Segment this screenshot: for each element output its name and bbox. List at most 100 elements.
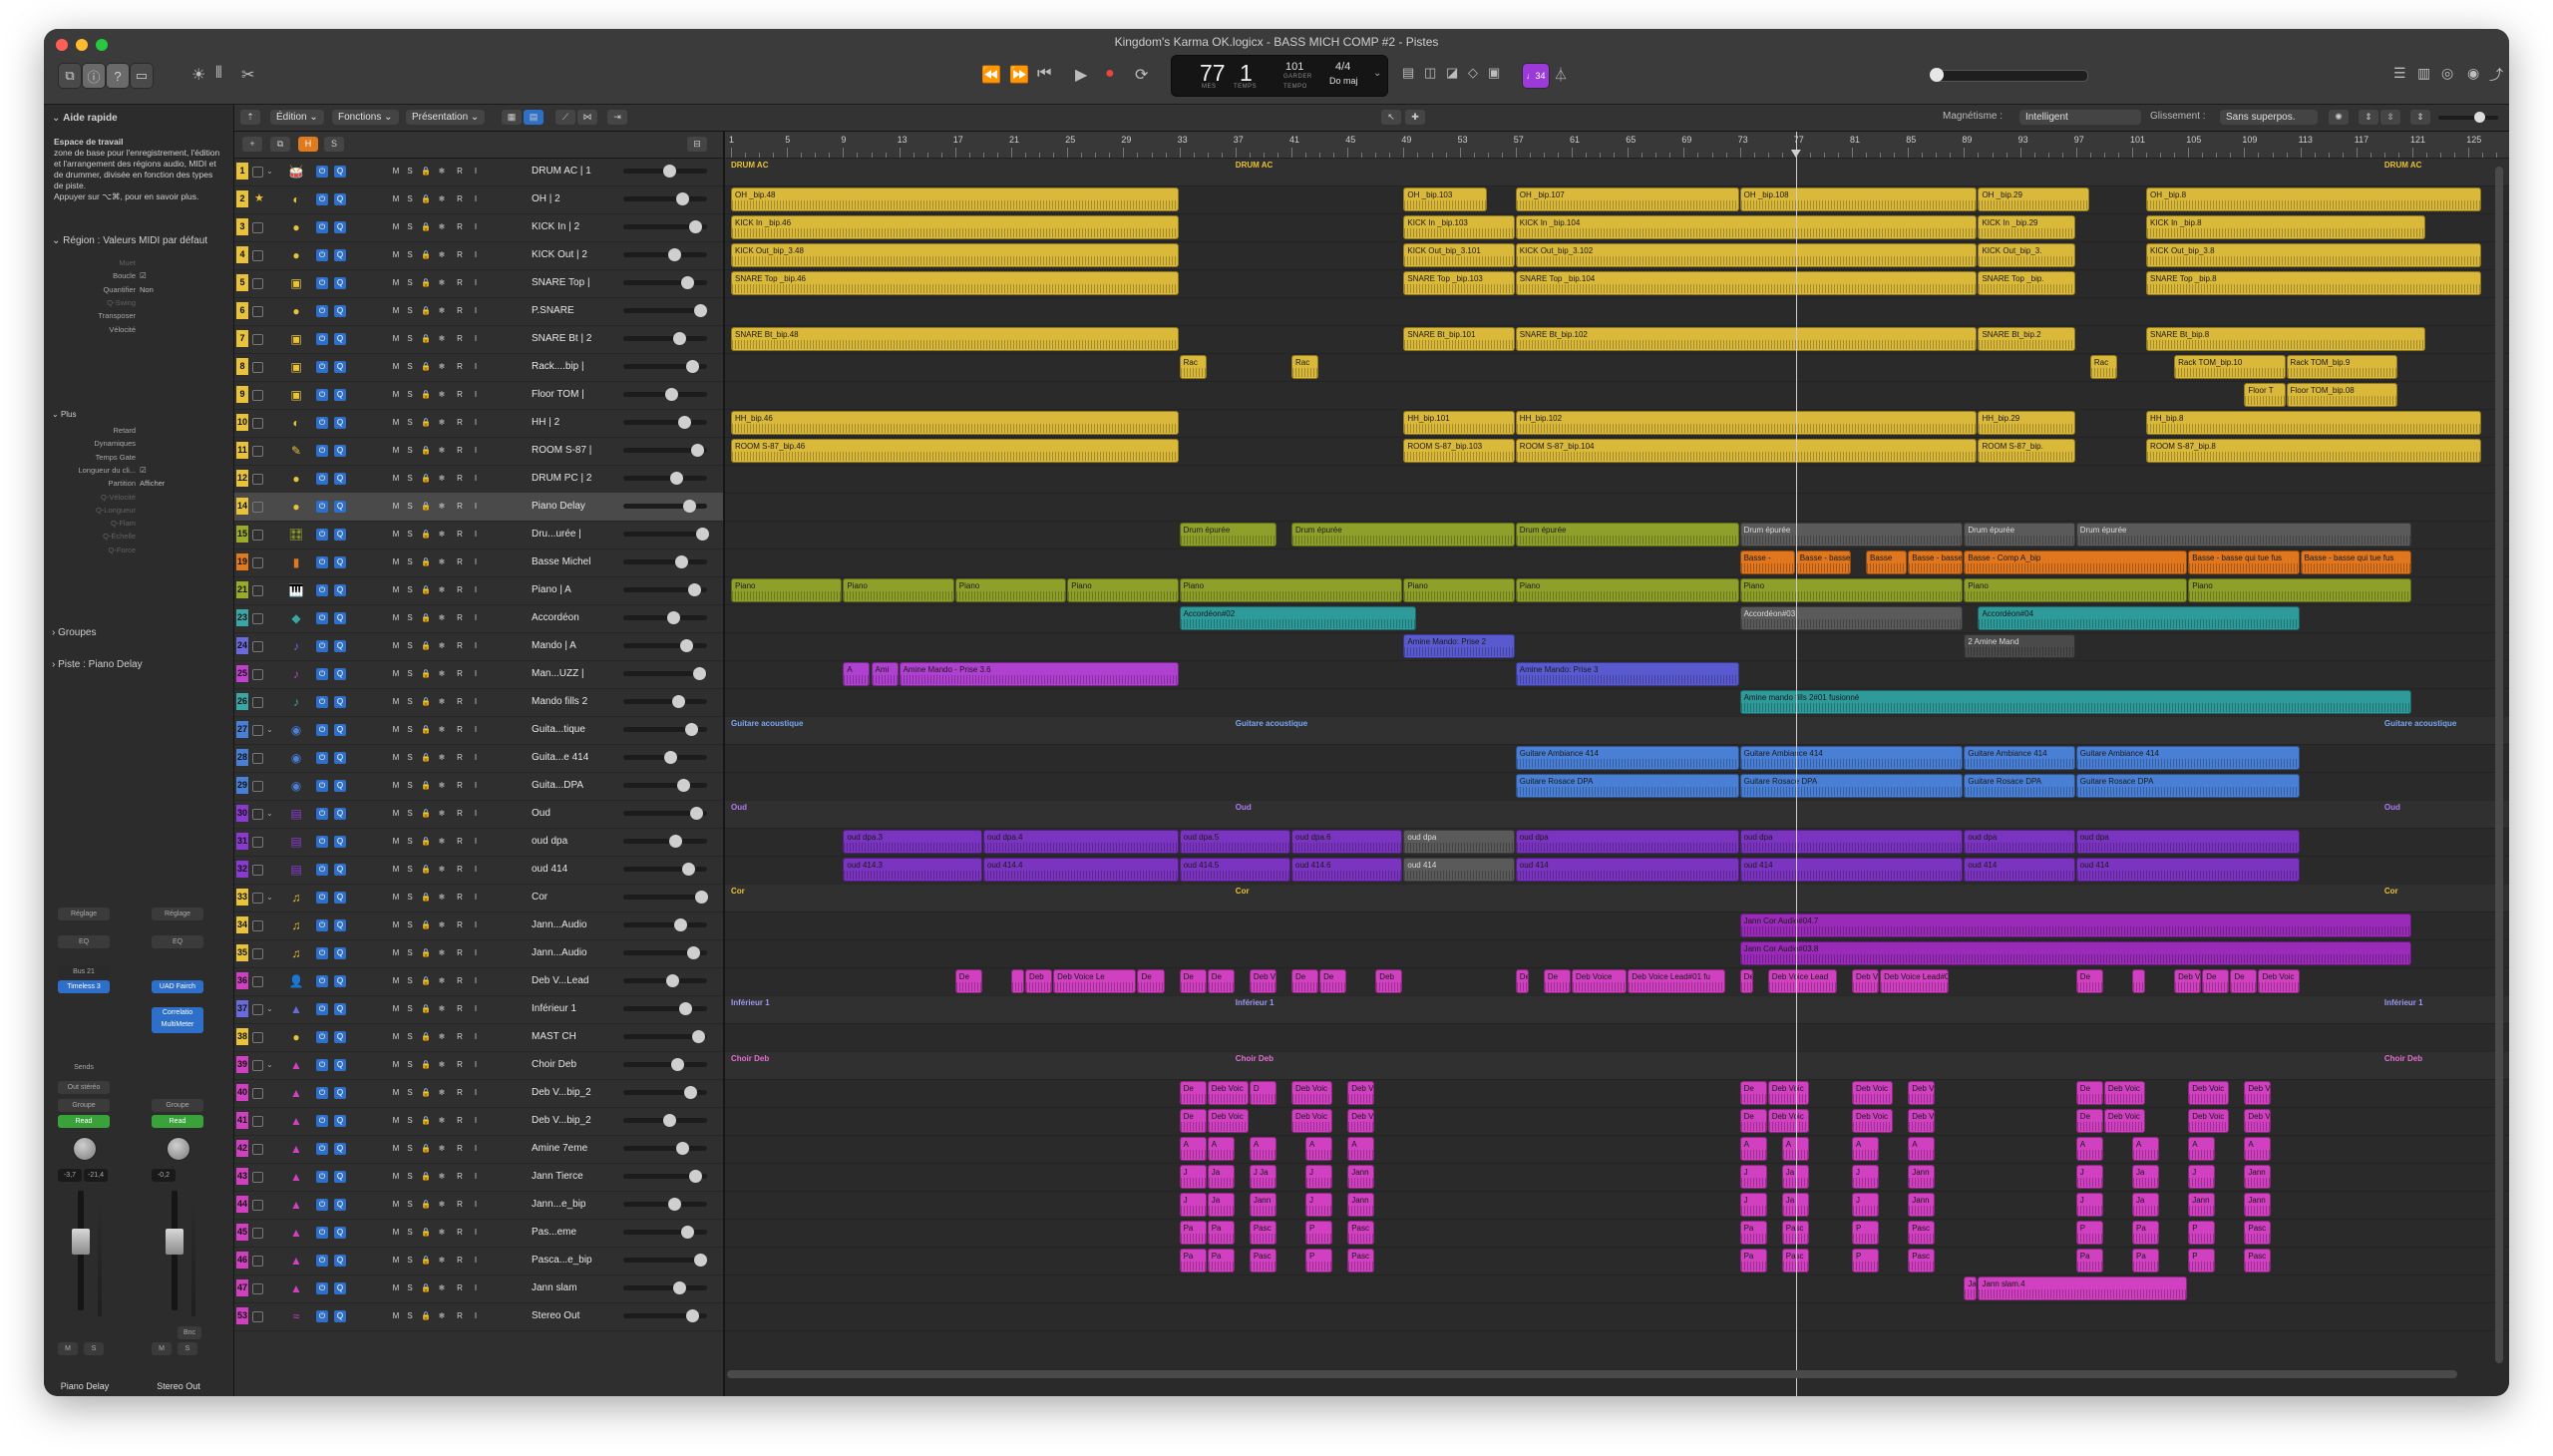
mute-button[interactable]: M bbox=[58, 1342, 78, 1355]
track-r-button[interactable]: R bbox=[454, 975, 466, 987]
track-power-button[interactable]: ⏻ bbox=[316, 864, 328, 876]
track-m-button[interactable]: M bbox=[390, 389, 402, 401]
track-lock-button[interactable]: 🔒 bbox=[420, 696, 432, 708]
track-s-button[interactable]: S bbox=[404, 501, 416, 513]
track-header[interactable]: 46 ▲ ⏻ Q M S 🔒 ❄ R I Pasca...e_bip bbox=[234, 1247, 723, 1275]
track-freeze-button[interactable]: ❄ bbox=[436, 277, 448, 289]
track-header[interactable]: 31 ▤ ⏻ Q M S 🔒 ❄ R Ioud dpa bbox=[234, 828, 723, 857]
track-m-button[interactable]: M bbox=[390, 864, 402, 876]
region[interactable]: SNARE Bt_bip.102 bbox=[1515, 327, 1978, 351]
track-i-button[interactable]: I bbox=[470, 1310, 482, 1322]
track-power-button[interactable]: ⏻ bbox=[316, 919, 328, 931]
track-select-checkbox[interactable] bbox=[252, 334, 263, 345]
track-name[interactable]: Mando | A bbox=[532, 640, 611, 651]
track-r-button[interactable]: R bbox=[454, 249, 466, 261]
track-m-button[interactable]: M bbox=[390, 1310, 402, 1322]
region[interactable]: SNARE Bt_bip.8 bbox=[2146, 327, 2426, 351]
track-freeze-button[interactable]: ❄ bbox=[436, 1227, 448, 1239]
folder-disclosure-icon[interactable]: ⌄ bbox=[266, 1004, 273, 1013]
track-freeze-button[interactable]: ❄ bbox=[436, 556, 448, 568]
region[interactable]: Rac bbox=[1291, 355, 1319, 379]
track-power-button[interactable]: ⏻ bbox=[316, 193, 328, 205]
track-m-button[interactable]: M bbox=[390, 612, 402, 624]
region[interactable]: Pa bbox=[2132, 1249, 2160, 1273]
region[interactable]: J bbox=[1739, 1193, 1767, 1217]
track-freeze-button[interactable]: ❄ bbox=[436, 1003, 448, 1015]
region[interactable]: Guitare Ambiance 414 bbox=[1964, 746, 2075, 770]
track-q-button[interactable]: Q bbox=[334, 1282, 346, 1294]
track-i-button[interactable]: I bbox=[470, 1143, 482, 1155]
track-s-button[interactable]: S bbox=[404, 640, 416, 652]
region[interactable]: Piano bbox=[2188, 578, 2411, 602]
track-lock-button[interactable]: 🔒 bbox=[420, 445, 432, 457]
track-select-checkbox[interactable] bbox=[252, 278, 263, 289]
region[interactable]: P bbox=[2188, 1249, 2216, 1273]
track-freeze-button[interactable]: ❄ bbox=[436, 724, 448, 736]
track-volume-knob[interactable] bbox=[680, 639, 693, 652]
track-q-button[interactable]: Q bbox=[334, 556, 346, 568]
region[interactable]: Pa bbox=[2075, 1249, 2103, 1273]
region[interactable]: Piano bbox=[1179, 578, 1403, 602]
region[interactable]: Deb V bbox=[1347, 1081, 1375, 1105]
track-m-button[interactable]: M bbox=[390, 584, 402, 596]
region[interactable]: De bbox=[1739, 1109, 1767, 1133]
track-freeze-button[interactable]: ❄ bbox=[436, 445, 448, 457]
region[interactable]: J bbox=[1852, 1193, 1880, 1217]
track-s-button[interactable]: S bbox=[404, 668, 416, 680]
track-s-button[interactable]: S bbox=[404, 1171, 416, 1183]
region[interactable]: Deb Voice bbox=[1572, 969, 1628, 993]
region[interactable]: Piano bbox=[1403, 578, 1515, 602]
region[interactable]: Drum épurée bbox=[1739, 523, 1964, 546]
region[interactable]: Deb Voic bbox=[2103, 1081, 2146, 1105]
region[interactable]: De bbox=[1291, 969, 1319, 993]
region[interactable]: ROOM S-87_bip.8 bbox=[2146, 439, 2482, 463]
region[interactable]: Accordéon#02 bbox=[1179, 606, 1417, 630]
track-select-checkbox[interactable] bbox=[252, 1311, 263, 1322]
track-lock-button[interactable]: 🔒 bbox=[420, 1087, 432, 1099]
region[interactable]: KICK In _bip.46 bbox=[731, 215, 1179, 239]
region[interactable]: Guitare Ambiance 414 bbox=[1515, 746, 1739, 770]
track-select-checkbox[interactable] bbox=[252, 222, 263, 233]
track-q-button[interactable]: Q bbox=[334, 1087, 346, 1099]
view-menu[interactable]: Présentation ⌄ bbox=[406, 110, 486, 125]
region[interactable]: HH_bip.8 bbox=[2146, 411, 2482, 435]
track-name[interactable]: Stereo Out bbox=[532, 1310, 611, 1321]
send-slot[interactable]: Bus 21 bbox=[58, 965, 110, 978]
region[interactable]: Deb V bbox=[1249, 969, 1276, 993]
param-value[interactable]: ☑ bbox=[140, 466, 147, 475]
track-header[interactable]: 33 ⌄ ♫ ⏻ Q M S 🔒 ❄ R I Cor bbox=[234, 884, 723, 912]
inspector-param[interactable]: Partition Afficher bbox=[44, 479, 233, 493]
track-m-button[interactable]: M bbox=[390, 249, 402, 261]
track-volume-slider[interactable] bbox=[623, 1086, 707, 1099]
region[interactable]: D bbox=[1249, 1081, 1276, 1105]
track-s-button[interactable]: S bbox=[404, 277, 416, 289]
track-select-checkbox[interactable] bbox=[252, 613, 263, 624]
track-select-checkbox[interactable] bbox=[252, 446, 263, 457]
track-m-button[interactable]: M bbox=[390, 333, 402, 345]
track-header[interactable]: 9 ▣ ⏻ Q M S 🔒 ❄ R I Floor TOM | bbox=[234, 381, 723, 410]
region[interactable]: Jann bbox=[1908, 1193, 1936, 1217]
track-select-checkbox[interactable] bbox=[252, 865, 263, 876]
track-volume-slider[interactable] bbox=[623, 1058, 707, 1071]
horizontal-scrollbar[interactable] bbox=[727, 1370, 2457, 1378]
track-i-button[interactable]: I bbox=[470, 1087, 482, 1099]
track-select-checkbox[interactable] bbox=[252, 1172, 263, 1183]
region[interactable]: oud 414 bbox=[1964, 858, 2075, 882]
region[interactable]: oud 414.3 bbox=[843, 858, 982, 882]
track-header[interactable]: 1 ⌄ 🥁 ⏻ Q M S 🔒 ❄ R I DRUM AC | 1 bbox=[234, 158, 723, 186]
track-header[interactable]: 10 ◐ ⏻ Q M S 🔒 ❄ R I HH | 2 bbox=[234, 409, 723, 438]
region[interactable]: Amine Mando - Prise 3.6 bbox=[899, 662, 1179, 686]
track-name[interactable]: OH | 2 bbox=[532, 193, 611, 204]
track-header[interactable]: 38 ● ⏻ Q M S 🔒 ❄ R I MAST CH bbox=[234, 1023, 723, 1052]
track-r-button[interactable]: R bbox=[454, 808, 466, 820]
track-freeze-button[interactable]: ❄ bbox=[436, 473, 448, 485]
zoom-slider-icon[interactable]: ⇕ bbox=[2410, 110, 2430, 125]
inspector-param[interactable]: Q-Vélocité bbox=[44, 493, 233, 507]
region[interactable]: P bbox=[1305, 1221, 1333, 1245]
track-header[interactable]: 53 ≈ ⏻ Q M S 🔒 ❄ R I Stereo Out bbox=[234, 1302, 723, 1331]
eq-button[interactable]: EQ bbox=[152, 935, 203, 948]
track-s-button[interactable]: S bbox=[404, 556, 416, 568]
track-i-button[interactable]: I bbox=[470, 445, 482, 457]
region[interactable]: oud 414.6 bbox=[1291, 858, 1403, 882]
track-volume-knob[interactable] bbox=[668, 1198, 681, 1211]
